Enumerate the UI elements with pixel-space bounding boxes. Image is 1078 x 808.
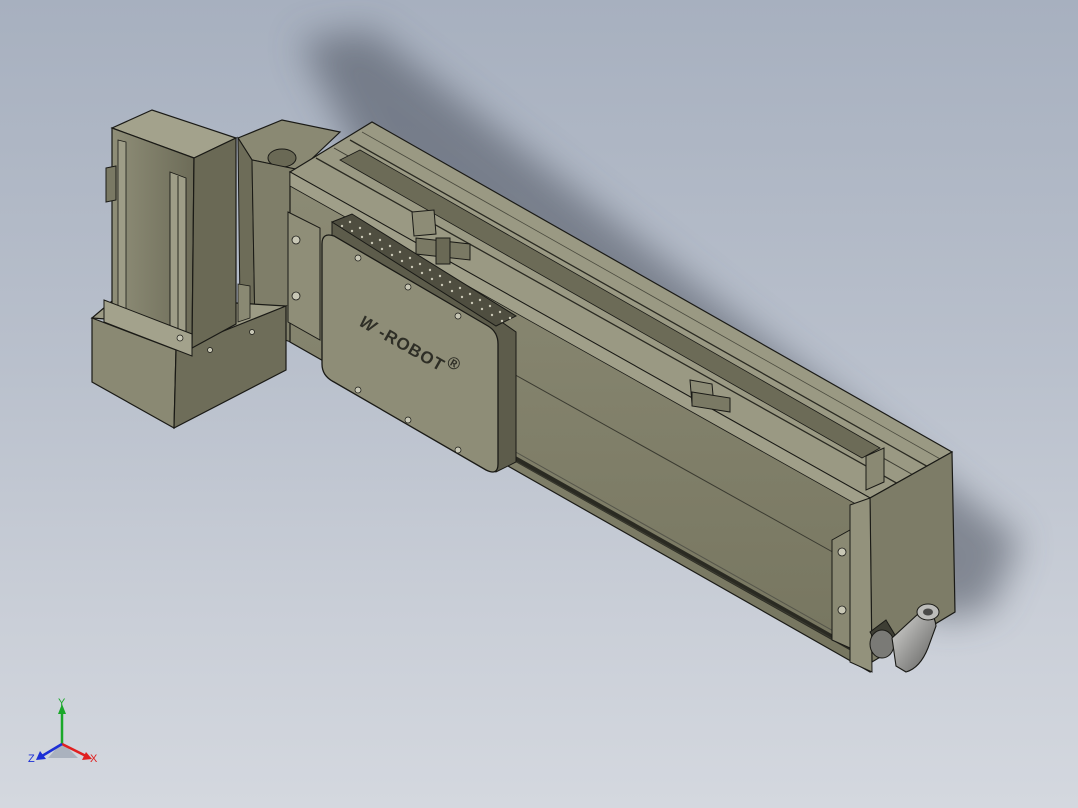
triad-y-label: Y [58, 697, 66, 709]
model-canvas[interactable]: W -ROBOT ® Y X Z [0, 0, 1078, 808]
servo-motor[interactable] [103, 109, 251, 357]
cad-viewport[interactable]: W -ROBOT ® Y X Z [0, 0, 1078, 808]
orientation-triad[interactable]: Y X Z [28, 697, 98, 765]
triad-x-label: X [90, 753, 98, 765]
triad-z-label: Z [28, 753, 35, 765]
